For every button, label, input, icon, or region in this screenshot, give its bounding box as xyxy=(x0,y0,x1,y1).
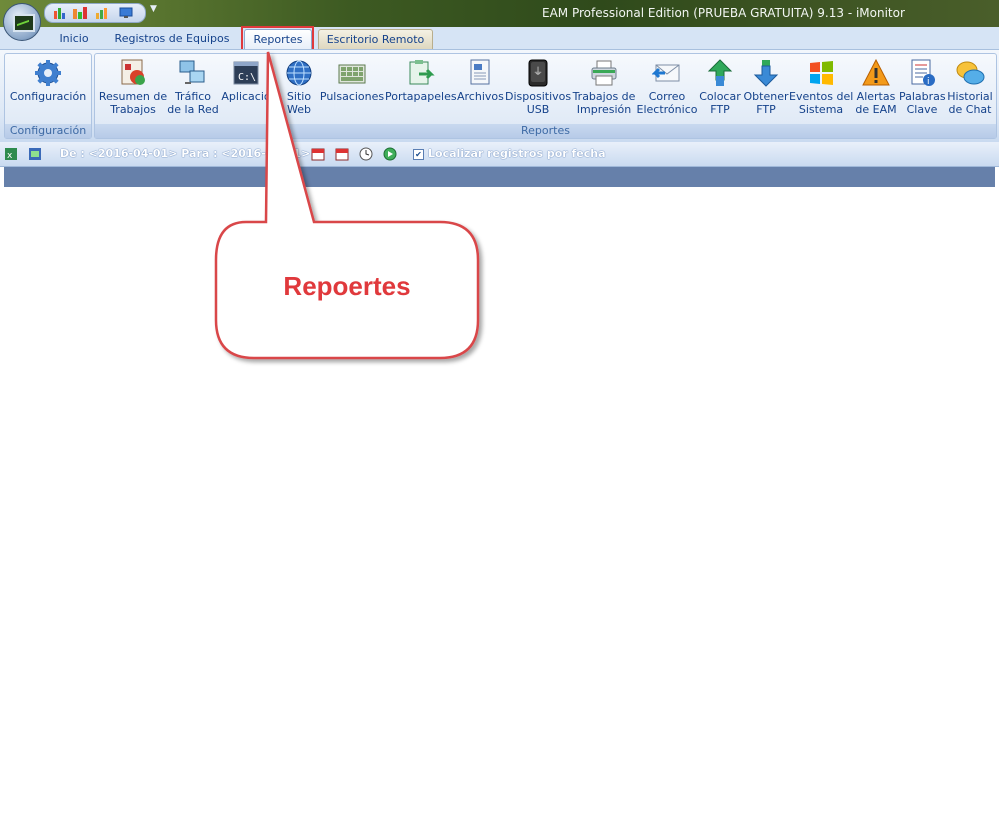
callout-shape xyxy=(214,51,480,360)
app-logo-icon xyxy=(13,14,35,32)
callout-text: Repoertes xyxy=(283,271,411,301)
app-menu-button[interactable] xyxy=(3,3,41,41)
